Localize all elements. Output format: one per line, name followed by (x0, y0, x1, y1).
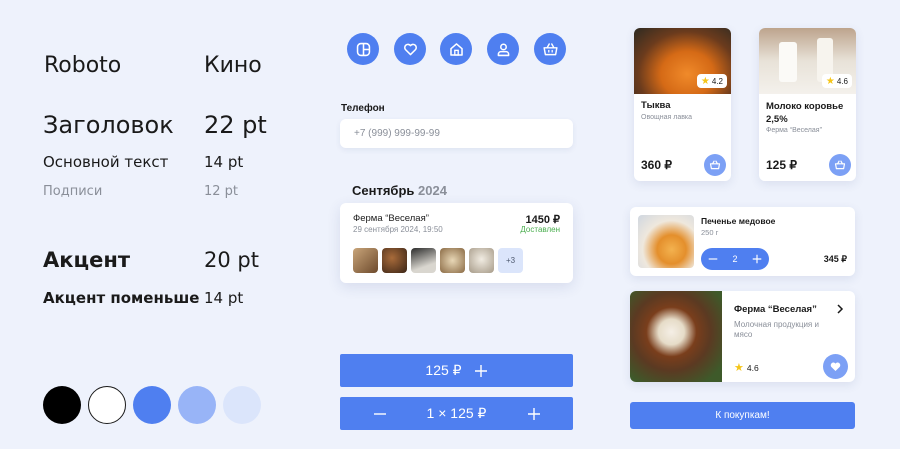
caption-sample: Подписи (43, 184, 103, 199)
product-seller: Овощная лавка (641, 114, 693, 121)
order-more-items[interactable]: +3 (498, 248, 523, 273)
basket-icon (834, 160, 846, 170)
milk-bottle-shape (779, 42, 797, 82)
order-item-thumb (411, 248, 436, 273)
order-item-thumb (382, 248, 407, 273)
product-name: Тыква (641, 100, 671, 111)
to-shopping-button[interactable]: К покупкам! (630, 402, 855, 429)
farm-image-cow (630, 291, 722, 382)
accent-small-size: 14 pt (204, 289, 244, 307)
phone-placeholder: +7 (999) 999-99-99 (354, 128, 440, 139)
heading-size: 22 pt (204, 111, 267, 139)
to-shopping-label: К покупкам! (715, 410, 770, 421)
cart-item-name: Печенье медовое (701, 216, 776, 226)
add-to-cart-small[interactable] (829, 154, 851, 176)
add-to-cart-price: 125 ₽ (425, 362, 462, 378)
product-image-pumpkin: ★ 4.2 (634, 28, 731, 94)
font-name-primary: Roboto (44, 53, 122, 78)
minus-icon[interactable] (373, 407, 387, 421)
swatch-black (43, 386, 81, 424)
order-item-thumb (469, 248, 494, 273)
product-rating-value: 4.6 (836, 76, 848, 86)
star-icon: ★ (700, 75, 710, 87)
order-date: 29 сентября 2024, 19:50 (353, 225, 443, 234)
cart-item-weight: 250 г (701, 228, 719, 237)
accent-sample: Акцент (43, 248, 130, 272)
farm-name: Ферма “Веселая” (734, 304, 817, 315)
order-more-count: +3 (505, 256, 516, 265)
product-rating: ★ 4.2 (696, 74, 727, 88)
cart-item-image (638, 215, 694, 268)
grid-icon (356, 42, 370, 56)
farm-description: Молочная продукция и мясо (734, 320, 819, 339)
plus-icon[interactable] (527, 407, 541, 421)
accent-size: 20 pt (204, 248, 259, 272)
product-image-milk: ★ 4.6 (759, 28, 856, 94)
farm-rating-value: 4.6 (746, 362, 759, 373)
heading-sample: Заголовок (43, 111, 174, 139)
plus-icon (474, 364, 487, 377)
farm-card[interactable]: Ферма “Веселая” Молочная продукция и мяс… (630, 291, 855, 382)
minus-icon[interactable] (708, 254, 718, 264)
cart-button[interactable] (534, 33, 566, 65)
profile-button[interactable] (487, 33, 519, 65)
add-to-cart-button[interactable]: 125 ₽ (340, 354, 573, 387)
orders-month: Сентябрь (352, 183, 415, 198)
user-icon (497, 42, 509, 56)
swatch-white (88, 386, 126, 424)
product-card[interactable]: ★ 4.6 Молоко коровье 2,5% Ферма “Веселая… (759, 28, 856, 181)
caption-size: 12 pt (204, 184, 239, 199)
order-item-thumb (440, 248, 465, 273)
cart-item-price: 345 ₽ (823, 254, 847, 264)
swatch-light-blue (178, 386, 216, 424)
phone-label: Телефон (341, 103, 385, 114)
body-sample: Основной текст (43, 153, 169, 171)
product-seller: Ферма “Веселая” (766, 127, 822, 134)
star-icon: ★ (734, 362, 744, 374)
product-price: 360 ₽ (641, 158, 672, 172)
quantity-stepper-wide[interactable]: 1 × 125 ₽ (340, 397, 573, 430)
home-icon (449, 42, 463, 56)
orders-year: 2024 (418, 183, 447, 198)
cart-item-stepper[interactable]: 2 (701, 248, 769, 270)
quantity-price: 1 × 125 ₽ (426, 405, 487, 421)
cart-item-qty: 2 (732, 254, 738, 264)
font-name-secondary: Кино (204, 53, 262, 78)
order-card[interactable]: Ферма “Веселая” 29 сентября 2024, 19:50 … (340, 203, 573, 283)
order-status: Доставлен (520, 225, 560, 234)
body-size: 14 pt (204, 153, 244, 171)
home-button[interactable] (440, 33, 472, 65)
order-farm: Ферма “Веселая” (353, 213, 429, 224)
farm-rating: ★ 4.6 (734, 361, 759, 374)
phone-input[interactable]: +7 (999) 999-99-99 (340, 119, 573, 148)
orders-month-heading: Сентябрь 2024 (352, 183, 447, 198)
add-to-cart-small[interactable] (704, 154, 726, 176)
swatch-blue (133, 386, 171, 424)
favorites-button[interactable] (394, 33, 426, 65)
heart-icon (403, 43, 417, 55)
chevron-right-icon[interactable] (835, 303, 845, 315)
plus-icon[interactable] (752, 254, 762, 264)
star-icon: ★ (825, 75, 835, 87)
cart-item-card[interactable]: Печенье медовое 250 г 2 345 ₽ (630, 207, 855, 276)
product-rating: ★ 4.6 (821, 74, 852, 88)
basket-icon (542, 42, 558, 55)
order-item-thumb (353, 248, 378, 273)
heart-icon (830, 362, 841, 372)
catalog-button[interactable] (347, 33, 379, 65)
product-rating-value: 4.2 (711, 76, 723, 86)
farm-favorite-button[interactable] (823, 354, 848, 379)
swatch-pale-blue (223, 386, 261, 424)
accent-small-sample: Акцент поменьше (43, 289, 200, 307)
product-card[interactable]: ★ 4.2 Тыква Овощная лавка 360 ₽ (634, 28, 731, 181)
product-name: Молоко коровье 2,5% (766, 101, 844, 125)
product-price: 125 ₽ (766, 158, 797, 172)
basket-icon (709, 160, 721, 170)
